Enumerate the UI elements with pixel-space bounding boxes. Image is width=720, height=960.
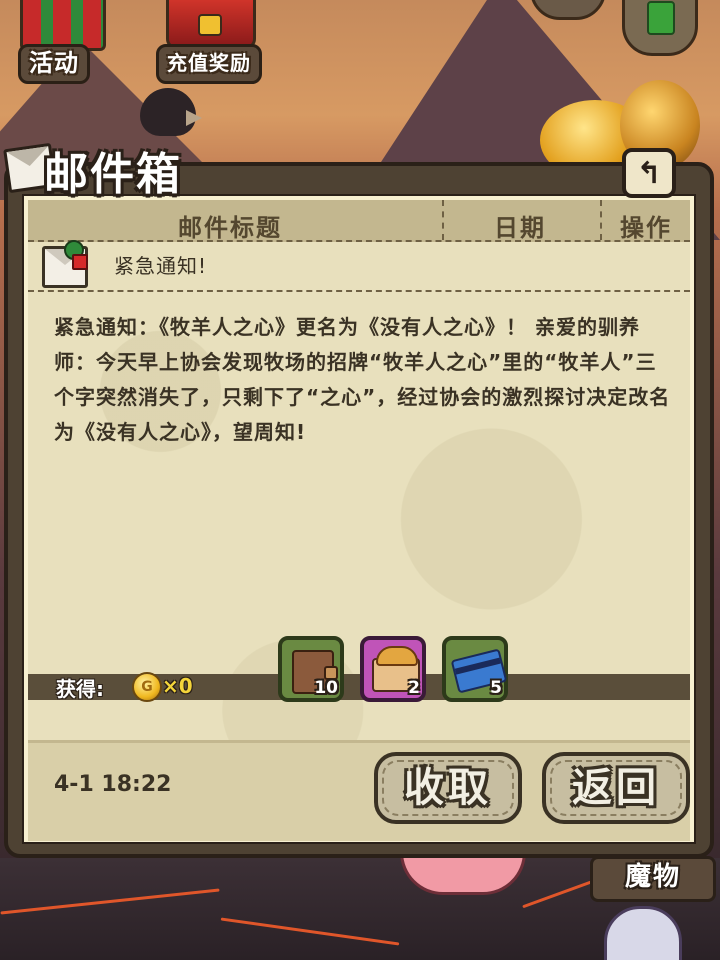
crow-beak	[186, 110, 202, 126]
column-divider	[442, 200, 444, 240]
gold-coin-icon: G	[132, 672, 162, 702]
return-button[interactable]: 返回	[542, 752, 690, 824]
backpack-button[interactable]	[622, 0, 698, 56]
chest-lock-icon	[198, 14, 222, 36]
return-button-label: 返回	[572, 765, 660, 811]
column-divider	[600, 200, 602, 240]
mail-list-item[interactable]: 紧急通知!	[28, 240, 690, 292]
column-header-subject: 邮件标题	[178, 214, 282, 242]
activity-button[interactable]: 活动	[18, 44, 90, 84]
reward-item-wallet[interactable]: 10	[278, 636, 344, 702]
claim-button-label: 收取	[404, 765, 492, 811]
recharge-reward-button[interactable]: 充值奖励	[156, 44, 262, 84]
back-arrow-button[interactable]: ↰	[622, 148, 676, 198]
column-header-row: 邮件标题 日期 操作	[28, 200, 690, 242]
item-count: 10	[314, 678, 338, 698]
monster-tab-button[interactable]: 魔物	[590, 856, 716, 902]
mail-body-text: 紧急通知：《牧羊人之心》更名为《没有人之心》！ 亲爱的驯养师：今天早上协会发现牧…	[54, 315, 671, 444]
gift-box-icon	[72, 254, 88, 270]
reward-label: 获得:	[56, 677, 104, 701]
reward-item-bread[interactable]: 2	[360, 636, 426, 702]
claim-button[interactable]: 收取	[374, 752, 522, 824]
mail-subject: 紧急通知!	[114, 254, 208, 278]
item-count: 2	[408, 678, 420, 698]
coin-count: ×0	[162, 674, 193, 698]
item-count: 5	[490, 678, 502, 698]
mailbox-title: 邮件箱	[44, 149, 182, 200]
column-header-action: 操作	[620, 214, 672, 242]
reward-strip	[28, 674, 690, 700]
mailbox-panel: 邮件标题 日期 操作 紧急通知! 紧急通知：《牧羊人之心》更名为《没有人之心》！…	[4, 162, 714, 858]
mailbox-content: 邮件标题 日期 操作 紧急通知! 紧急通知：《牧羊人之心》更名为《没有人之心》！…	[22, 194, 696, 844]
back-arrow-icon: ↰	[636, 156, 662, 191]
reward-item-card[interactable]: 5	[442, 636, 508, 702]
mail-date: 4-1 18:22	[54, 772, 172, 797]
column-header-date: 日期	[494, 214, 546, 242]
